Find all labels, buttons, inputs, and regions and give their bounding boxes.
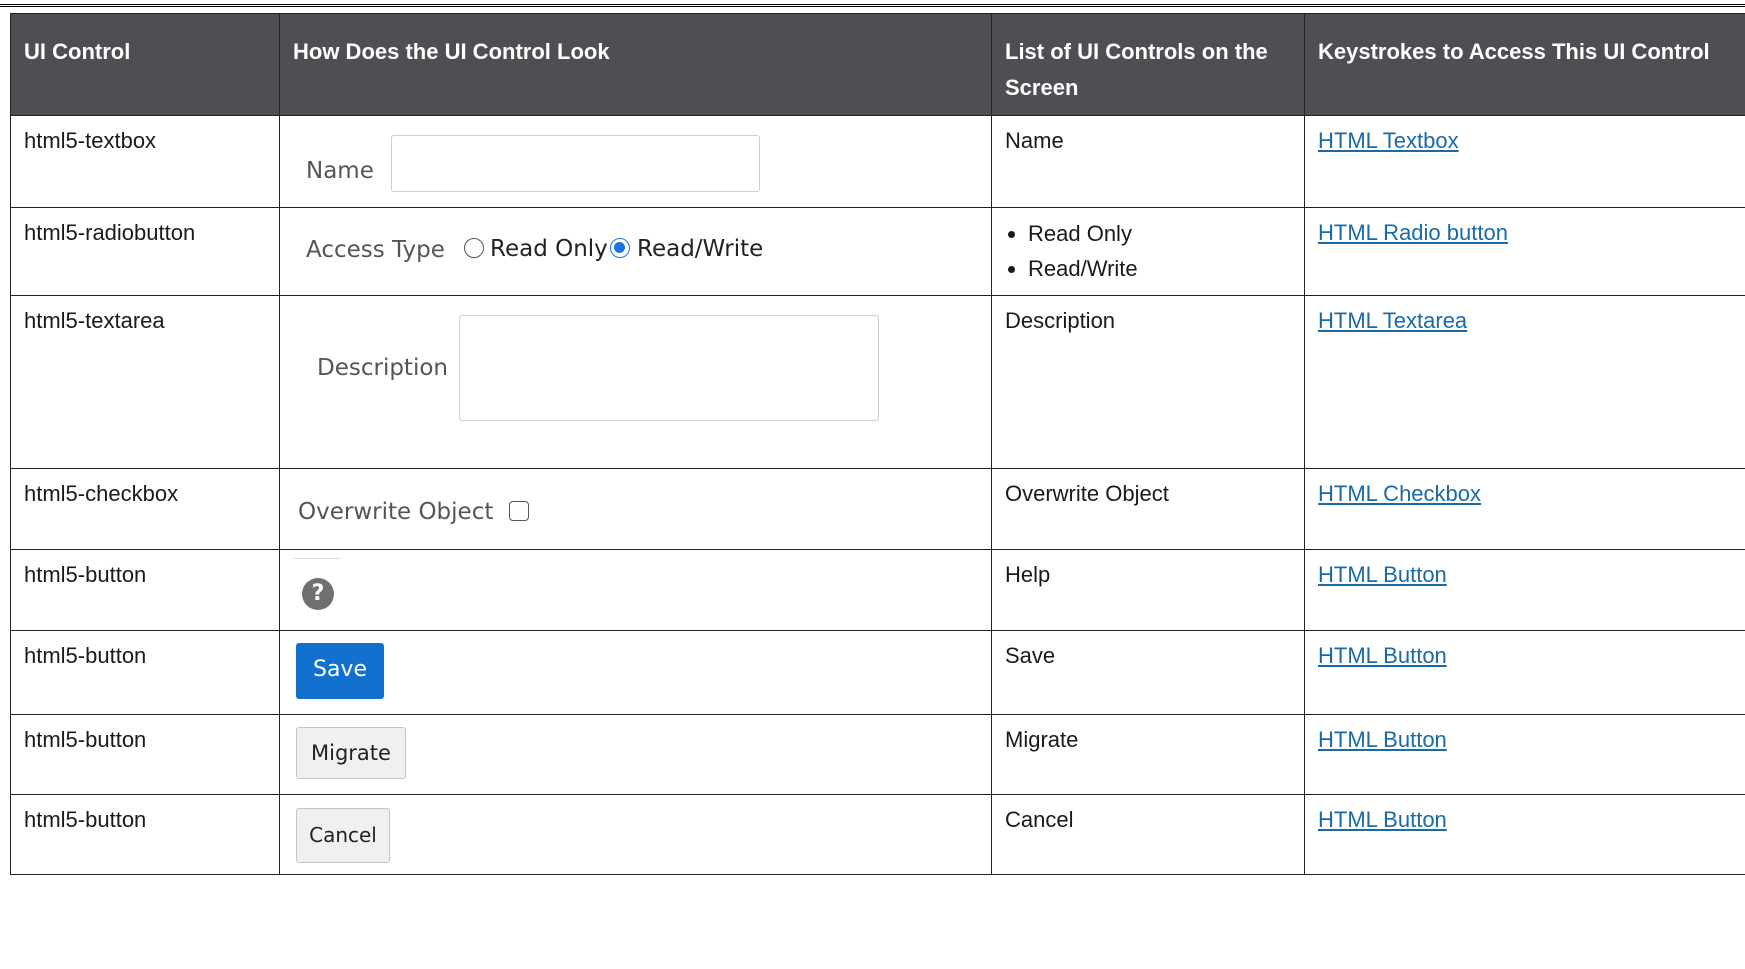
save-button[interactable]: Save (296, 643, 384, 699)
html-radio-button-link[interactable]: HTML Radio button (1318, 220, 1508, 245)
control-name: html5-button (10, 714, 280, 795)
cancel-button[interactable]: Cancel (296, 808, 390, 863)
keystroke-cell: HTML Button (1304, 794, 1745, 875)
keystroke-cell: HTML Radio button (1304, 207, 1745, 296)
control-preview: Cancel (279, 794, 992, 875)
html-button-link[interactable]: HTML Button (1318, 562, 1447, 587)
table-row: html5-button ? Help HTML Button (10, 549, 1745, 631)
table-row: html5-checkbox Overwrite Object Overwrit… (10, 468, 1745, 550)
controls-list-cell: Help (991, 549, 1305, 631)
migrate-button[interactable]: Migrate (296, 727, 406, 779)
keystroke-cell: HTML Button (1304, 549, 1745, 631)
control-preview: Access Type Read Only Read/Write (279, 207, 992, 296)
controls-list-cell: Cancel (991, 794, 1305, 875)
keystroke-cell: HTML Checkbox (1304, 468, 1745, 550)
table-header-row: UI Control How Does the UI Control Look … (10, 13, 1745, 116)
controls-list-item: Help (1005, 562, 1051, 587)
read-write-radio-label: Read/Write (637, 236, 764, 262)
overwrite-object-label: Overwrite Object (298, 499, 494, 525)
name-label: Name (306, 158, 374, 184)
description-label: Description (317, 355, 448, 381)
controls-list-cell: Migrate (991, 714, 1305, 795)
name-textbox[interactable] (391, 135, 760, 192)
controls-list-item: Name (1005, 128, 1064, 153)
table-row: html5-radiobutton Access Type Read Only … (10, 207, 1745, 296)
control-preview: Migrate (279, 714, 992, 795)
top-rule (0, 4, 1745, 7)
controls-list-cell: Save (991, 630, 1305, 715)
list-item: Read Only (1028, 216, 1304, 251)
controls-list: Read Only Read/Write (992, 216, 1304, 286)
header-keystrokes: Keystrokes to Access This UI Control (1304, 13, 1745, 116)
controls-list-cell: Name (991, 115, 1305, 208)
html-textarea-link[interactable]: HTML Textarea (1318, 308, 1467, 333)
controls-list-item: Save (1005, 643, 1056, 668)
ui-controls-table: UI Control How Does the UI Control Look … (10, 13, 1745, 875)
html-button-link[interactable]: HTML Button (1318, 807, 1447, 832)
description-textarea[interactable] (459, 315, 879, 421)
control-preview: Name (279, 115, 992, 208)
read-only-radio-label: Read Only (490, 236, 608, 262)
table-row: html5-button Cancel Cancel HTML Button (10, 794, 1745, 875)
keystroke-cell: HTML Button (1304, 630, 1745, 715)
html-textbox-link[interactable]: HTML Textbox (1318, 128, 1459, 153)
header-ui-control: UI Control (10, 13, 280, 116)
table-row: html5-textarea Description Description H… (10, 295, 1745, 469)
help-icon[interactable]: ? (302, 578, 334, 610)
control-name: html5-checkbox (10, 468, 280, 550)
control-preview: ? (279, 549, 992, 631)
header-look: How Does the UI Control Look (279, 13, 992, 116)
control-preview: Overwrite Object (279, 468, 992, 550)
control-name: html5-button (10, 794, 280, 875)
keystroke-cell: HTML Textarea (1304, 295, 1745, 469)
header-controls-list: List of UI Controls on the Screen (991, 13, 1305, 116)
table-row: html5-button Migrate Migrate HTML Button (10, 714, 1745, 795)
access-type-label: Access Type (306, 237, 445, 263)
control-name: html5-radiobutton (10, 207, 280, 296)
controls-list-cell: Read Only Read/Write (991, 207, 1305, 296)
controls-list-item: Description (1005, 308, 1116, 333)
control-preview: Save (279, 630, 992, 715)
help-divider (293, 558, 341, 559)
read-only-radio[interactable] (464, 238, 484, 258)
keystroke-cell: HTML Textbox (1304, 115, 1745, 208)
control-name: html5-textarea (10, 295, 280, 469)
overwrite-object-checkbox[interactable] (509, 501, 529, 521)
table-row: html5-textbox Name Name HTML Textbox (10, 115, 1745, 208)
html-button-link[interactable]: HTML Button (1318, 727, 1447, 752)
list-item: Read/Write (1028, 251, 1304, 286)
control-name: html5-textbox (10, 115, 280, 208)
read-write-radio[interactable] (610, 238, 630, 258)
control-preview: Description (279, 295, 992, 469)
html-checkbox-link[interactable]: HTML Checkbox (1318, 481, 1481, 506)
control-name: html5-button (10, 630, 280, 715)
html-button-link[interactable]: HTML Button (1318, 643, 1447, 668)
table-row: html5-button Save Save HTML Button (10, 630, 1745, 715)
keystroke-cell: HTML Button (1304, 714, 1745, 795)
controls-list-cell: Description (991, 295, 1305, 469)
controls-list-item: Overwrite Object (1005, 481, 1169, 506)
controls-list-item: Cancel (1005, 807, 1074, 832)
controls-list-cell: Overwrite Object (991, 468, 1305, 550)
control-name: html5-button (10, 549, 280, 631)
controls-list-item: Migrate (1005, 727, 1079, 752)
